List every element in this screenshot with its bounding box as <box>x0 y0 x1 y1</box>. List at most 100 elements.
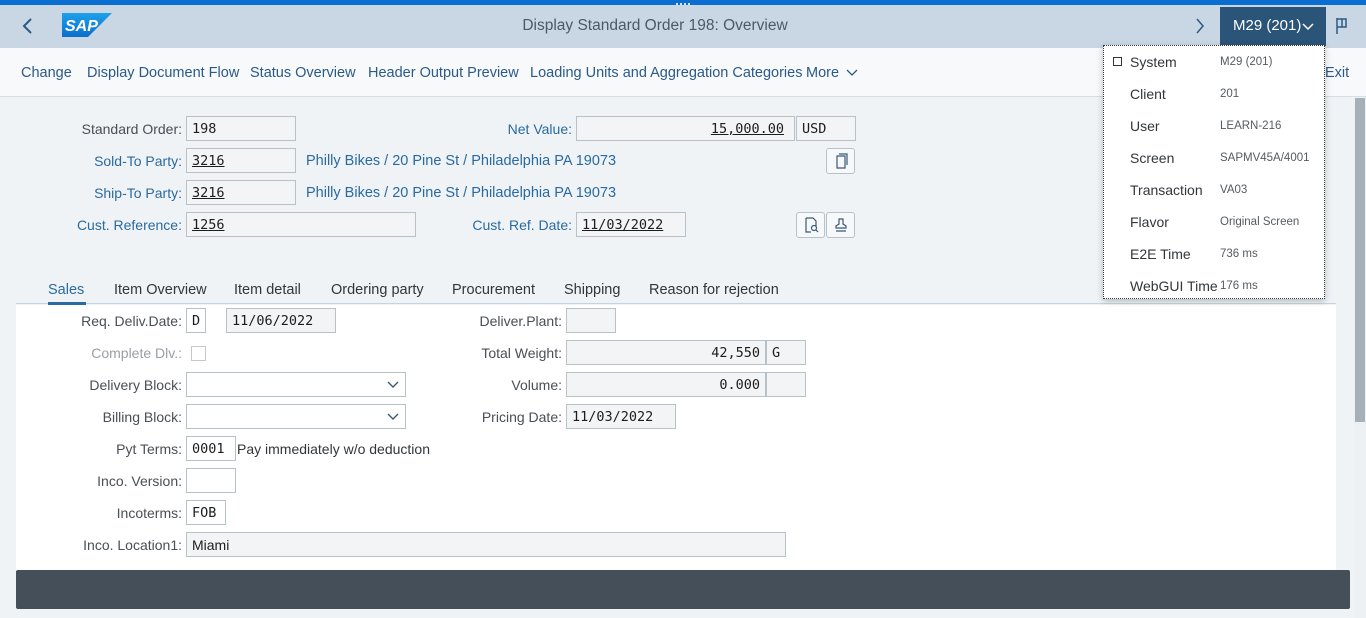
cust-reference-label: Cust. Reference: <box>76 217 182 233</box>
delivery-block-select[interactable] <box>186 372 406 397</box>
pricing-date-field[interactable]: 11/03/2022 <box>566 404 676 429</box>
sold-to-party: 3216 <box>192 153 225 169</box>
net-value-field[interactable]: 15,000.00 <box>576 116 795 141</box>
deliver-plant-label: Deliver.Plant: <box>479 313 562 329</box>
system-info-key: User <box>1130 118 1160 134</box>
total-weight-label: Total Weight: <box>481 345 562 361</box>
tab-ordering-party[interactable]: Ordering party <box>331 282 424 298</box>
page-title: Display Standard Order 198: Overview <box>522 17 788 34</box>
loading-units-button[interactable]: Loading Units and Aggregation Categories <box>530 65 802 81</box>
volume-field[interactable]: 0.000 <box>566 372 766 397</box>
chevron-down-icon <box>846 69 858 76</box>
pyt-terms-text: Pay immediately w/o deduction <box>237 441 430 457</box>
pyt-terms-field[interactable]: 0001 <box>186 436 236 461</box>
volume-unit-field[interactable] <box>766 372 806 397</box>
inco-location-label: Inco. Location1: <box>83 537 182 553</box>
copy-button[interactable] <box>826 148 855 174</box>
display-document-flow-button[interactable]: Display Document Flow <box>87 65 239 81</box>
copy-icon <box>835 153 848 169</box>
cust-reference-field[interactable]: 1256 <box>186 212 416 237</box>
system-info-key: WebGUI Time <box>1130 278 1218 294</box>
deliver-plant-field[interactable] <box>566 308 616 333</box>
system-info-row: Screen SAPMV45A/4001 <box>1104 142 1324 174</box>
system-info-row: Flavor Original Screen <box>1104 206 1324 238</box>
flag-icon[interactable] <box>1333 16 1353 36</box>
currency-field[interactable]: USD <box>796 116 856 141</box>
system-info-value: M29 (201) <box>1220 56 1273 68</box>
system-info-value: SAPMV45A/4001 <box>1220 152 1310 164</box>
change-button[interactable]: Change <box>21 65 72 81</box>
system-info-value: 176 ms <box>1220 280 1258 292</box>
system-info-key: E2E Time <box>1130 246 1191 262</box>
shell-bar: SAP Display Standard Order 198: Overview… <box>0 5 1366 48</box>
status-overview-button[interactable]: Status Overview <box>250 65 356 81</box>
checkbox-icon[interactable] <box>1113 57 1122 66</box>
standard-order-label: Standard Order: <box>81 121 182 137</box>
ship-to-party: 3216 <box>192 185 225 201</box>
tab-item-detail[interactable]: Item detail <box>234 282 301 298</box>
inco-version-field[interactable] <box>186 468 236 493</box>
pricing-date-label: Pricing Date: <box>481 409 562 425</box>
system-info-key: Flavor <box>1130 214 1169 230</box>
incoterms-field[interactable]: FOB <box>186 500 226 525</box>
req-deliv-date-label: Req. Deliv.Date: <box>81 313 182 329</box>
header-output-preview-button[interactable]: Header Output Preview <box>368 65 519 81</box>
ship-to-party-label: Ship-To Party: <box>94 185 182 201</box>
pyt-terms-label: Pyt Terms: <box>116 441 182 457</box>
system-info-value: Original Screen <box>1220 216 1300 228</box>
tab-procurement[interactable]: Procurement <box>452 282 535 298</box>
cust-ref-date: 11/03/2022 <box>582 217 664 233</box>
sold-to-party-text[interactable]: Philly Bikes / 20 Pine St / Philadelphia… <box>306 153 616 169</box>
more-label: More <box>806 65 840 81</box>
cust-ref-date-label: Cust. Ref. Date: <box>472 217 572 233</box>
system-info-row: Client 201 <box>1104 78 1324 110</box>
stamp-icon <box>834 218 847 232</box>
system-button-label: M29 (201) <box>1233 17 1302 34</box>
system-info-button[interactable]: M29 (201) <box>1220 7 1326 46</box>
inco-location-field[interactable]: Miami <box>186 532 786 557</box>
delivery-block-label: Delivery Block: <box>89 377 182 393</box>
system-info-value: LEARN-216 <box>1220 120 1282 132</box>
system-info-value: 736 ms <box>1220 248 1258 260</box>
system-info-row: Transaction VA03 <box>1104 174 1324 206</box>
system-info-key: Client <box>1130 86 1166 102</box>
scrollbar-thumb[interactable] <box>1355 98 1365 422</box>
forward-icon[interactable] <box>1192 15 1208 37</box>
tab-reason-for-rejection[interactable]: Reason for rejection <box>649 282 779 298</box>
sold-to-party-field[interactable]: 3216 <box>186 148 296 173</box>
tab-item-overview[interactable]: Item Overview <box>114 282 207 298</box>
billing-block-select[interactable] <box>186 404 406 429</box>
volume-label: Volume: <box>511 377 562 393</box>
document-search-icon <box>804 217 818 233</box>
total-weight-field[interactable]: 42,550 <box>566 340 766 365</box>
req-deliv-type-field[interactable]: D <box>186 308 206 333</box>
net-value: 15,000.00 <box>710 121 784 137</box>
standard-order-field[interactable]: 198 <box>186 116 296 141</box>
stamp-button[interactable] <box>826 212 855 238</box>
footer-bar <box>16 570 1350 609</box>
req-deliv-date-field[interactable]: 11/06/2022 <box>226 308 336 333</box>
chevron-down-icon <box>387 413 399 420</box>
system-info-popover: System M29 (201) Client 201 User LEARN-2… <box>1103 45 1325 299</box>
weight-unit-field[interactable]: G <box>766 340 806 365</box>
chevron-down-icon <box>387 381 399 388</box>
chevron-down-icon <box>1302 23 1314 31</box>
system-info-value: 201 <box>1220 88 1240 100</box>
net-value-label: Net Value: <box>507 121 572 137</box>
cust-ref-date-field[interactable]: 11/03/2022 <box>576 212 686 237</box>
ship-to-party-field[interactable]: 3216 <box>186 180 296 205</box>
system-info-key: System <box>1130 54 1177 70</box>
complete-dlv-checkbox[interactable] <box>191 346 206 361</box>
document-search-button[interactable] <box>796 212 825 238</box>
ship-to-party-text[interactable]: Philly Bikes / 20 Pine St / Philadelphia… <box>306 185 616 201</box>
billing-block-label: Billing Block: <box>102 409 182 425</box>
exit-button[interactable]: Exit <box>1325 65 1349 81</box>
system-info-row: System M29 (201) <box>1104 46 1324 78</box>
inco-version-label: Inco. Version: <box>97 473 182 489</box>
tab-sales[interactable]: Sales <box>48 282 84 298</box>
tab-shipping[interactable]: Shipping <box>564 282 620 298</box>
complete-dlv-label: Complete Dlv.: <box>91 345 182 361</box>
more-button[interactable]: More <box>806 65 858 81</box>
incoterms-label: Incoterms: <box>116 505 182 521</box>
system-info-row: WebGUI Time 176 ms <box>1104 270 1324 302</box>
